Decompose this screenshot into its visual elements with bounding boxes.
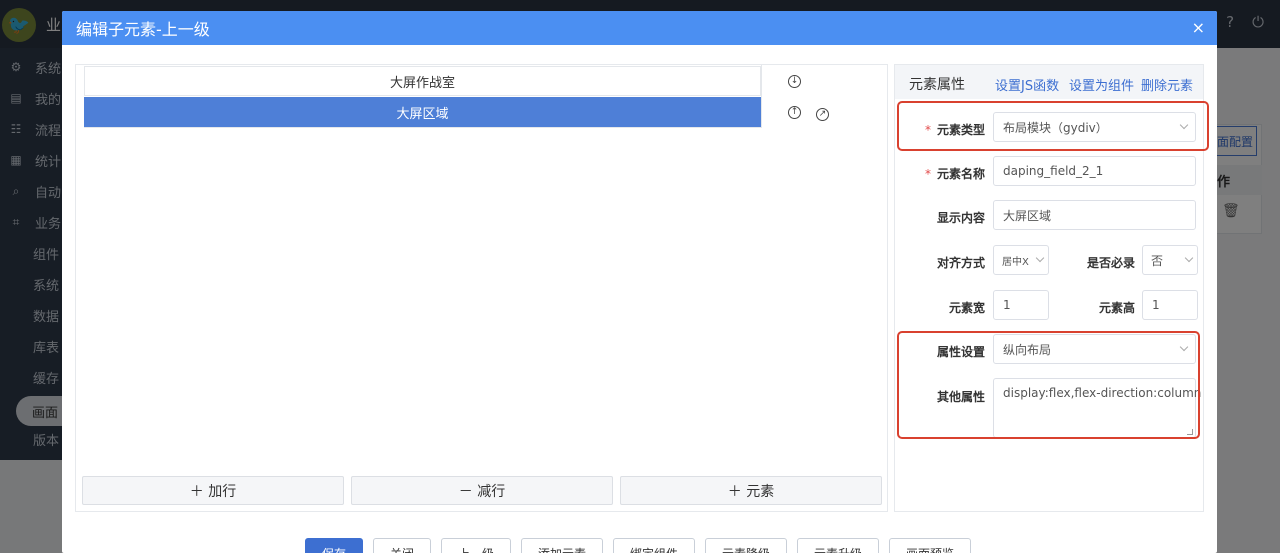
properties-title: 元素属性 [909, 77, 965, 93]
delete-element-link[interactable]: 删除元素 [1141, 75, 1193, 94]
element-name-value: daping_field_2_1 [1003, 164, 1104, 178]
element-height-input[interactable]: 1 [1142, 290, 1198, 320]
highlight-box [897, 331, 1200, 439]
promote-element-button[interactable]: 元素升级 [797, 538, 879, 553]
column-divider [761, 65, 762, 128]
element-width-value: 1 [1003, 298, 1011, 312]
element-width-input[interactable]: 1 [993, 290, 1049, 320]
align-value: 居中X [1002, 256, 1029, 268]
dialog-header: 编辑子元素-上一级 × [62, 11, 1217, 45]
element-name-input[interactable]: daping_field_2_1 [993, 156, 1196, 186]
dialog-title: 编辑子元素-上一级 [76, 20, 210, 39]
dialog-footer: 保存 关闭 上一级 添加元素 绑定组件 元素降级 元素升级 画面预览 [305, 538, 971, 553]
row-divider [84, 127, 761, 128]
element-height-value: 1 [1152, 298, 1160, 312]
demote-element-button[interactable]: 元素降级 [705, 538, 787, 553]
required-select[interactable]: 否 [1142, 245, 1198, 275]
add-row-button[interactable]: ＋ 加行 [82, 476, 344, 505]
tree-row-label: 大屏作战室 [389, 75, 455, 91]
element-properties-panel: 元素属性 设置JS函数 设置为组件 删除元素 元素类型 布局模块（gydiv） … [894, 64, 1209, 512]
display-content-value: 大屏区域 [1003, 208, 1052, 223]
align-label: 对齐方式 [936, 256, 985, 270]
parent-level-button[interactable]: 上一级 [441, 538, 511, 553]
add-element-button[interactable]: ＋ 元素 [620, 476, 882, 505]
save-button[interactable]: 保存 [305, 538, 363, 553]
chevron-down-icon [1035, 253, 1045, 263]
align-select[interactable]: 居中X [993, 245, 1049, 275]
set-as-component-link[interactable]: 设置为组件 [1069, 75, 1134, 94]
preview-screen-button[interactable]: 画面预览 [889, 538, 971, 553]
chevron-down-icon [1184, 253, 1194, 263]
display-content-label: 显示内容 [936, 211, 985, 225]
tree-row-selected[interactable]: 大屏区域 [84, 97, 761, 127]
link-icon[interactable]: ↗ [816, 108, 829, 121]
add-element-footer-button[interactable]: 添加元素 [521, 538, 603, 553]
element-width-label: 元素宽 [948, 301, 985, 315]
move-up-icon[interactable]: ↑ [788, 106, 801, 119]
display-content-input[interactable]: 大屏区域 [993, 200, 1196, 230]
edit-child-element-dialog: 编辑子元素-上一级 × 大屏作战室 大屏区域 ↓ ↑ ↗ ＋ 加行 － 减行 ＋… [62, 11, 1217, 553]
set-js-function-link[interactable]: 设置JS函数 [995, 75, 1059, 94]
tree-row[interactable]: 大屏作战室 [84, 66, 761, 96]
required-label: 是否必录 [1086, 256, 1135, 270]
element-height-label: 元素高 [1098, 301, 1135, 315]
element-name-label: 元素名称 [925, 165, 985, 182]
remove-row-button[interactable]: － 减行 [351, 476, 613, 505]
tree-row-label: 大屏区域 [396, 106, 449, 122]
tree-actions: ＋ 加行 － 减行 ＋ 元素 [82, 476, 882, 505]
move-down-icon[interactable]: ↓ [788, 75, 801, 88]
element-tree-panel: 大屏作战室 大屏区域 ↓ ↑ ↗ ＋ 加行 － 减行 ＋ 元素 [75, 64, 888, 512]
close-icon[interactable]: × [1192, 18, 1205, 37]
close-button[interactable]: 关闭 [373, 538, 431, 553]
highlight-box [897, 101, 1209, 151]
required-value: 否 [1151, 253, 1164, 268]
bind-component-button[interactable]: 绑定组件 [613, 538, 695, 553]
